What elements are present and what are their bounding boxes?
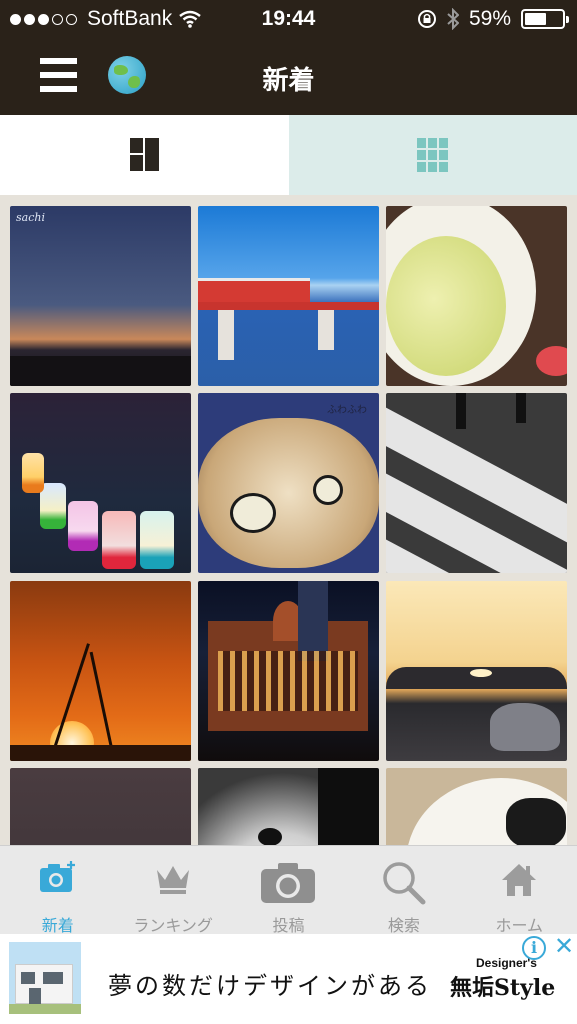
- status-bar: SoftBank 19:44 59%: [0, 0, 577, 38]
- tab-label: 新着: [41, 918, 74, 935]
- photo-thumbnail[interactable]: [198, 581, 379, 761]
- photo-thumbnail[interactable]: [386, 768, 567, 845]
- grid-layout-icon: [416, 138, 449, 172]
- globe-icon[interactable]: [108, 56, 146, 94]
- camera-plus-icon: [39, 861, 75, 892]
- ad-copy: 夢の数だけデザインがある: [108, 972, 432, 1000]
- photo-caption: sachi: [16, 211, 45, 224]
- tab-grid-view[interactable]: [288, 115, 577, 195]
- ad-house-image: [9, 942, 81, 1014]
- tab-ranking[interactable]: ランキング: [115, 846, 230, 935]
- tab-post[interactable]: 投稿: [231, 846, 346, 935]
- battery-percent: 59%: [468, 7, 511, 30]
- top-bar: SoftBank 19:44 59% 新着: [0, 0, 577, 115]
- app-screen: SoftBank 19:44 59% 新着 sachi ふわふわ 新着 ランキン…: [0, 0, 577, 1024]
- tab-label: 検索: [387, 918, 420, 935]
- ad-banner[interactable]: 夢の数だけデザインがある Designer's 無垢Style i ✕: [0, 934, 577, 1024]
- photo-thumbnail[interactable]: [10, 393, 191, 573]
- photo-thumbnail[interactable]: [386, 581, 567, 761]
- photo-thumbnail[interactable]: [198, 768, 379, 845]
- ad-close-icon[interactable]: ✕: [552, 935, 576, 959]
- page-title: 新着: [262, 65, 315, 95]
- photo-thumbnail[interactable]: [386, 206, 567, 386]
- view-toggle: [0, 115, 577, 195]
- photo-thumbnail[interactable]: [10, 581, 191, 761]
- tab-label: 投稿: [272, 918, 305, 935]
- tab-home[interactable]: ホーム: [462, 846, 577, 935]
- nav-bar: 新着: [0, 38, 577, 115]
- battery-icon: [521, 9, 569, 29]
- photo-thumbnail[interactable]: [198, 206, 379, 386]
- bottom-tab-bar: 新着 ランキング 投稿 検索 ホーム: [0, 845, 577, 935]
- tab-label: ランキング: [133, 918, 213, 935]
- photo-caption: ふわふわ: [327, 405, 367, 416]
- ad-info-icon[interactable]: i: [522, 936, 546, 960]
- crown-icon: [157, 866, 190, 894]
- camera-icon: [261, 863, 316, 903]
- ad-brand: 無垢Style: [450, 975, 556, 1001]
- photo-thumbnail[interactable]: ふわふわ: [198, 393, 379, 573]
- tab-new[interactable]: 新着: [0, 846, 115, 935]
- status-right: 59%: [417, 7, 569, 31]
- photo-thumbnail[interactable]: sachi: [10, 206, 191, 386]
- photo-thumbnail[interactable]: [386, 393, 567, 573]
- home-icon: [502, 864, 537, 896]
- bluetooth-icon: [447, 8, 459, 30]
- rotation-lock-icon: [417, 10, 436, 28]
- hamburger-menu-icon[interactable]: [40, 58, 77, 92]
- tab-mosaic-view[interactable]: [0, 115, 289, 195]
- search-icon: [383, 862, 426, 905]
- mosaic-layout-icon: [130, 138, 159, 171]
- tab-search[interactable]: 検索: [346, 846, 461, 935]
- photo-grid: sachi ふわふわ: [0, 195, 577, 845]
- photo-thumbnail[interactable]: [10, 768, 191, 845]
